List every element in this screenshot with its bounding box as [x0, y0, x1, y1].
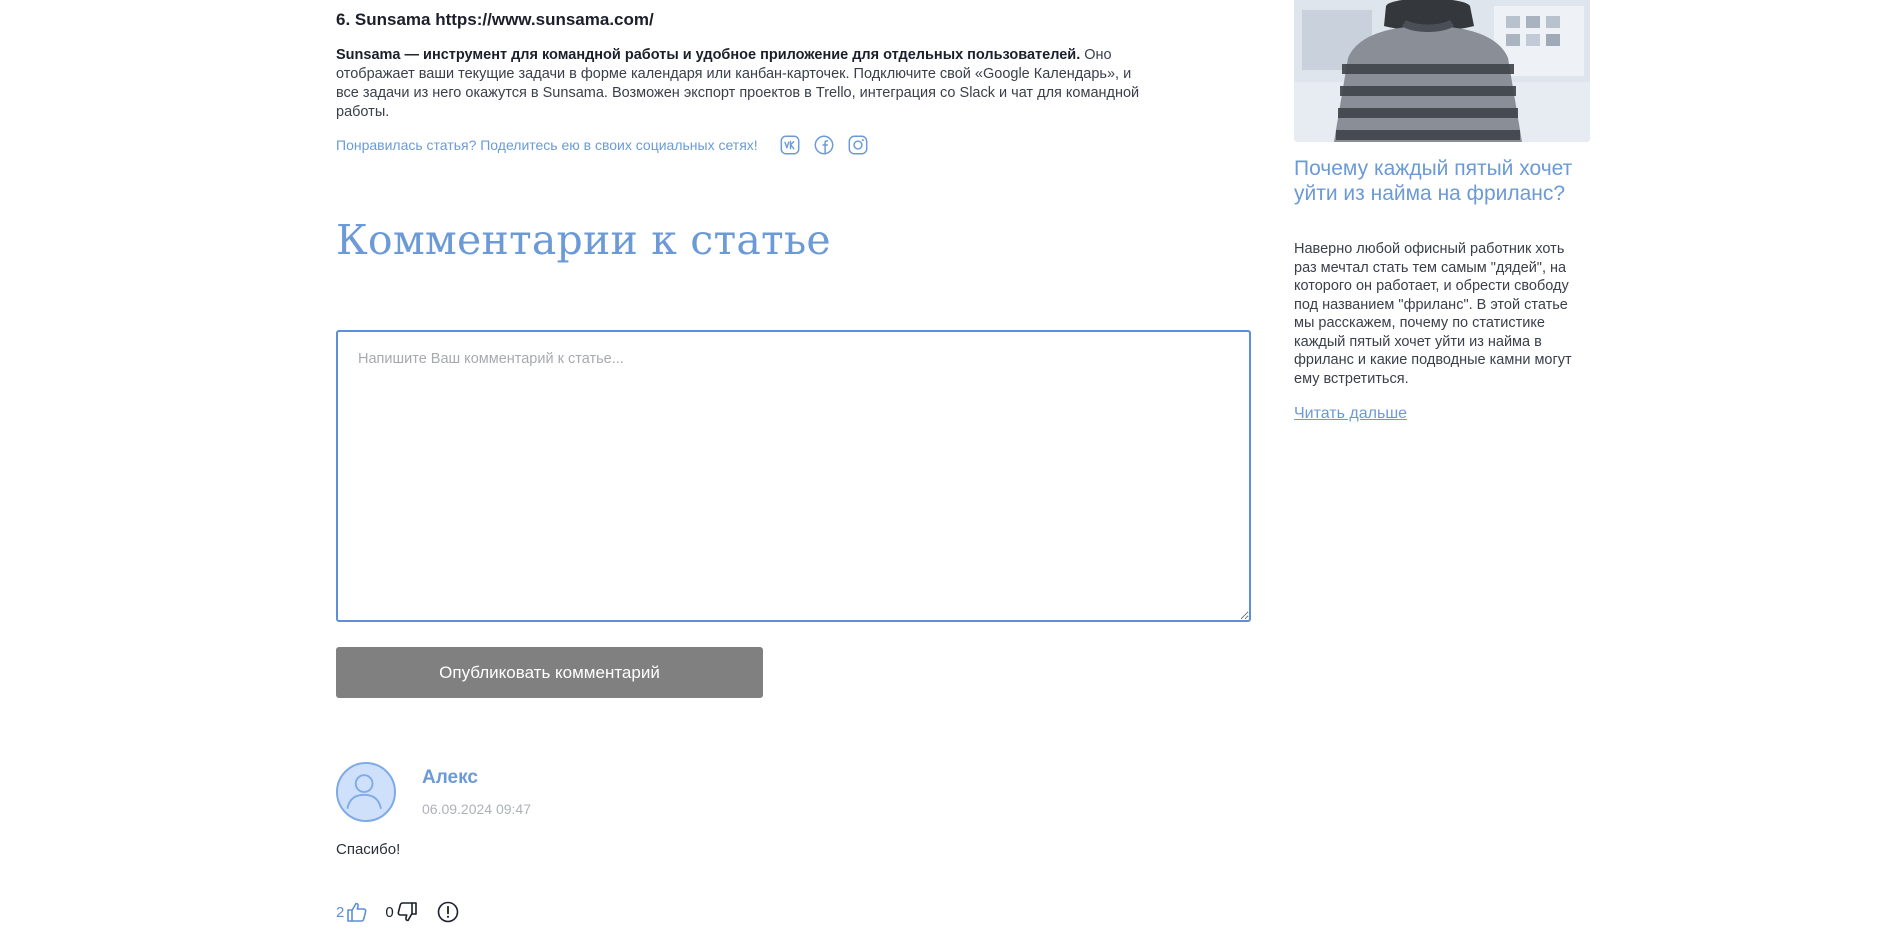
comment-textarea[interactable] [336, 330, 1251, 622]
sidebar-card-image[interactable] [1294, 0, 1590, 142]
thumbs-down-icon [397, 902, 417, 922]
comment-text: Спасибо! [336, 841, 401, 858]
sidebar-card-description: Наверно любой офисный работник хоть раз … [1294, 241, 1572, 387]
sidebar-card-title[interactable]: Почему каждый пятый хочет уйти из найма … [1294, 157, 1590, 206]
vk-icon[interactable] [778, 133, 802, 157]
article-paragraph-bold: Sunsama — инструмент для командной работ… [336, 47, 1081, 63]
publish-comment-button[interactable]: Опубликовать комментарий [336, 647, 763, 698]
dislike-count: 0 [385, 903, 394, 921]
like-count: 2 [336, 903, 345, 921]
comment-date: 06.09.2024 09:47 [422, 801, 531, 817]
alert-circle-icon [437, 901, 458, 923]
article-section-title: 6. Sunsama https://www.sunsama.com/ [336, 10, 654, 29]
comments-heading: Комментарии к статье [336, 216, 831, 264]
share-text: Понравилась статья? Поделитесь ею в свои… [336, 137, 758, 153]
user-icon [346, 774, 382, 810]
person-photo-illustration [1294, 0, 1590, 142]
thumbs-up-icon [347, 902, 367, 922]
like-button[interactable]: 2 [336, 900, 369, 924]
share-row: Понравилась статья? Поделитесь ею в свои… [336, 133, 880, 157]
avatar [336, 762, 396, 822]
facebook-icon[interactable] [812, 133, 836, 157]
comment-author[interactable]: Алекс [422, 767, 478, 789]
report-button[interactable] [435, 900, 460, 924]
comment-votes: 2 0 [336, 900, 476, 924]
dislike-button[interactable]: 0 [385, 900, 418, 924]
read-more-link[interactable]: Читать дальше [1294, 405, 1407, 423]
article-paragraph: Sunsama — инструмент для командной работ… [336, 46, 1158, 122]
instagram-icon[interactable] [846, 133, 870, 157]
